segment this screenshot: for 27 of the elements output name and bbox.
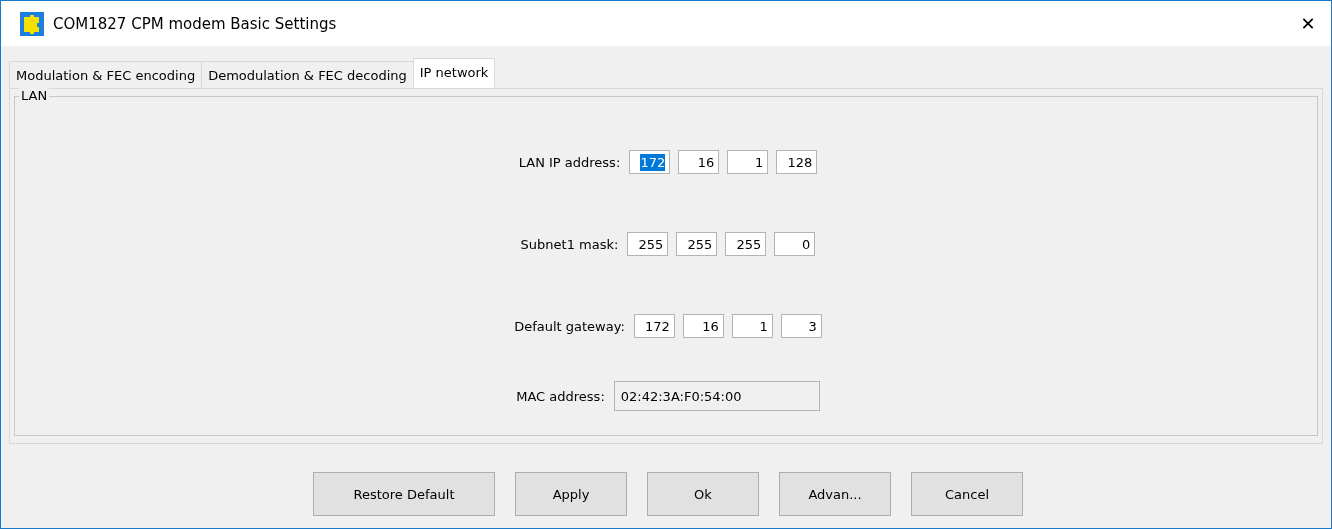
octet-field[interactable]: 128 bbox=[776, 150, 818, 174]
tab[interactable]: Modulation & FEC encoding bbox=[9, 61, 203, 88]
octet-field[interactable]: 172 bbox=[633, 314, 675, 338]
window-title: COM1827 CPM modem Basic Settings bbox=[53, 14, 338, 33]
field-label: LAN IP address: bbox=[518, 154, 621, 170]
field-label: MAC address: bbox=[516, 388, 605, 404]
octet-field[interactable]: 16 bbox=[682, 314, 724, 338]
tab[interactable]: IP network bbox=[412, 58, 496, 88]
puzzle-piece-icon bbox=[20, 11, 44, 36]
octet-field[interactable]: 0 bbox=[774, 232, 816, 256]
field-label: Default gateway: bbox=[514, 318, 625, 334]
dialog-button[interactable]: Apply bbox=[515, 472, 627, 516]
octet-field[interactable]: 255 bbox=[627, 232, 669, 256]
octet-field[interactable]: 255 bbox=[676, 232, 718, 256]
dialog-button[interactable]: Advan... bbox=[779, 472, 891, 516]
octet-field[interactable]: 172 bbox=[629, 150, 671, 174]
close-button[interactable]: ✕ bbox=[1285, 1, 1331, 46]
dialog-button[interactable]: Ok bbox=[647, 472, 759, 516]
octet-field[interactable]: 3 bbox=[780, 314, 822, 338]
dialog-button[interactable]: Cancel bbox=[911, 472, 1023, 516]
octet-field[interactable]: 16 bbox=[678, 150, 720, 174]
field-label: Subnet1 mask: bbox=[520, 236, 619, 252]
octet-field[interactable]: 1 bbox=[727, 150, 769, 174]
dialog-button[interactable]: Restore Default bbox=[313, 472, 495, 516]
octet-field[interactable]: 1 bbox=[731, 314, 773, 338]
octet-field[interactable]: 255 bbox=[725, 232, 767, 256]
group-title: LAN bbox=[19, 88, 50, 103]
